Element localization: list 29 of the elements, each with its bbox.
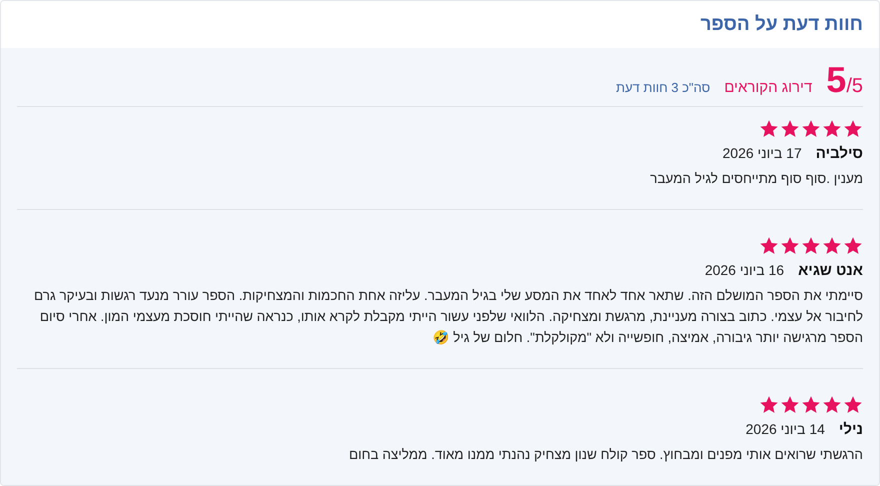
star-icon <box>780 395 800 415</box>
star-icon <box>843 236 863 256</box>
reviewer-name: סילביה <box>816 145 863 162</box>
average-score: 5 <box>826 62 846 98</box>
review-text: מענין .סוף סוף מתייחסים לגיל המעבר <box>649 170 863 188</box>
star-icon <box>759 119 779 139</box>
review-date: 16 ביוני 2026 <box>704 262 784 278</box>
star-icon <box>822 236 842 256</box>
score-max: /5 <box>846 75 863 98</box>
star-icon <box>822 395 842 415</box>
star-icon <box>759 395 779 415</box>
review-count: סה"כ 3 חוות דעת <box>616 80 710 97</box>
review-date: 17 ביוני 2026 <box>722 145 802 161</box>
star-icon <box>801 395 821 415</box>
star-icon <box>843 119 863 139</box>
reviewer-name: נילי <box>838 421 863 438</box>
star-icon <box>801 236 821 256</box>
star-icon <box>801 119 821 139</box>
review-date: 14 ביוני 2026 <box>746 421 825 437</box>
reviewer-name: אנט שגיא <box>798 262 863 279</box>
star-icon <box>759 236 779 256</box>
section-title: חוות דעת על הספר <box>700 14 863 36</box>
rating-label: דירוג הקוראים <box>724 79 812 98</box>
star-icon <box>780 236 800 256</box>
star-icon <box>780 119 800 139</box>
review-text: הרגשתי שרואים אותי מפנים ומבחוץ. ספר קולח שנון מצחיק נהנתי ממנו מאוד. ממליצה בחום <box>348 446 863 464</box>
review-text: סיימתי את הספר המושלם הזה. שתאר אחד לאחד את המסע שלי בגיל המעבר. עליזה אחת החכמות והמצחיקות. הספר עורר מנעד רגשות ובעיקר גרם לחיבור אל עצמי. כתוב בצורה מעניינת, מרגשת ומצחיקה. הלוואי שלפני עשור הייתי מקבלת לקרא אותו, כנראה שהייתי חוסכת מעצמי המון. אחרי סיום הספר מרגישה יותר גיבורה, אמיצה, חופשייה ולא "מקולקלת". חלום של גיל 🤣 <box>33 287 863 347</box>
star-icon <box>822 119 842 139</box>
star-icon <box>843 395 863 415</box>
